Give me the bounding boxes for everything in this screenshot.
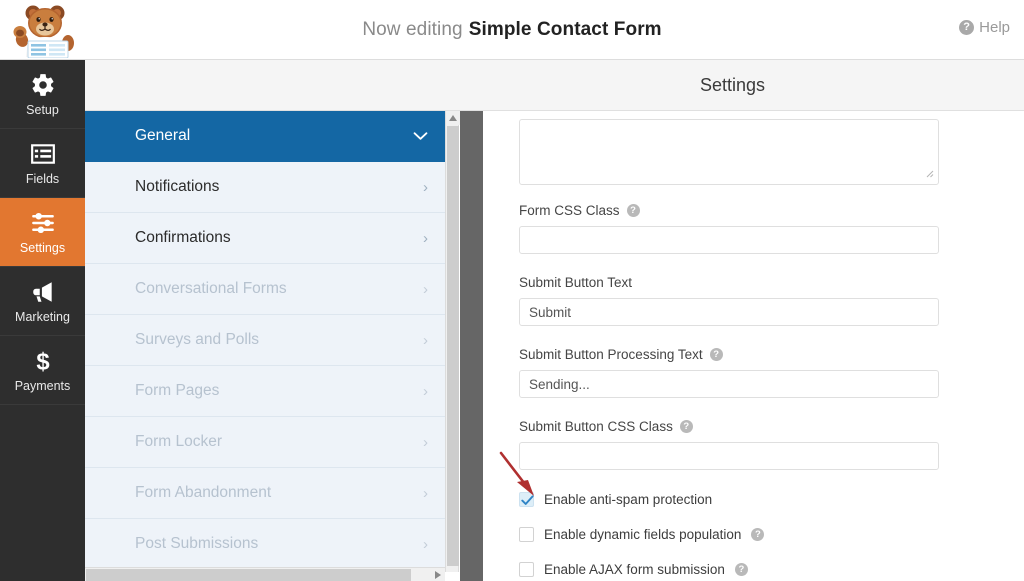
- settings-header-title: Settings: [485, 60, 980, 111]
- settings-item-notifications[interactable]: Notifications ›: [85, 162, 445, 213]
- list-icon: [30, 141, 56, 167]
- chevron-right-icon: ›: [423, 384, 428, 399]
- help-button[interactable]: ? Help: [959, 19, 1010, 36]
- enable-dynamic-fields-population-row[interactable]: Enable dynamic fields population ?: [519, 527, 764, 542]
- rail-label: Payments: [15, 379, 71, 393]
- settings-item-label: Form Pages: [135, 382, 219, 400]
- rail-item-payments[interactable]: $ Payments: [0, 336, 85, 405]
- checkbox-label: Enable AJAX form submission: [544, 562, 725, 577]
- chevron-right-icon: ›: [423, 435, 428, 450]
- megaphone-icon: [30, 279, 56, 305]
- form-css-class-label: Form CSS Class ?: [519, 203, 640, 218]
- enable-anti-spam-protection-row[interactable]: Enable anti-spam protection: [519, 492, 712, 507]
- rail-item-setup[interactable]: Setup: [0, 60, 85, 129]
- help-tooltip-icon[interactable]: ?: [751, 528, 764, 541]
- form-css-class-input[interactable]: [519, 226, 939, 254]
- sliders-icon: [30, 210, 56, 236]
- builder-nav-rail: Setup Fields Settings Marketing $ Paymen…: [0, 60, 85, 581]
- wpforms-logo-icon: [8, 2, 76, 58]
- enable-ajax-form-submission-row[interactable]: Enable AJAX form submission ?: [519, 562, 748, 577]
- settings-item-label: Form Locker: [135, 433, 222, 451]
- form-name: Simple Contact Form: [469, 19, 662, 41]
- scroll-up-arrow-icon[interactable]: [446, 111, 460, 125]
- chevron-right-icon: ›: [423, 180, 428, 195]
- help-label: Help: [979, 19, 1010, 36]
- submit-button-text-input[interactable]: [519, 298, 939, 326]
- settings-item-form-pages[interactable]: Form Pages ›: [85, 366, 445, 417]
- gear-icon: [30, 72, 56, 98]
- rail-label: Setup: [26, 103, 59, 117]
- field-label-text: Submit Button Text: [519, 275, 632, 290]
- checkbox-unchecked-icon[interactable]: [519, 527, 534, 542]
- top-bar: Now editing Simple Contact Form ? Help: [0, 0, 1024, 60]
- checkbox-checked-icon[interactable]: [519, 492, 534, 507]
- help-tooltip-icon[interactable]: ?: [735, 563, 748, 576]
- rail-item-settings[interactable]: Settings: [0, 198, 85, 267]
- settings-list-vertical-scrollbar[interactable]: [445, 111, 459, 572]
- help-tooltip-icon[interactable]: ?: [627, 204, 640, 217]
- submit-button-processing-text-label: Submit Button Processing Text ?: [519, 347, 723, 362]
- submit-button-text-label: Submit Button Text: [519, 275, 632, 290]
- checkbox-label: Enable anti-spam protection: [544, 492, 712, 507]
- rail-item-fields[interactable]: Fields: [0, 129, 85, 198]
- settings-item-label: Form Abandonment: [135, 484, 271, 502]
- settings-item-label: Notifications: [135, 178, 219, 196]
- settings-list-horizontal-scrollbar[interactable]: [85, 567, 445, 581]
- settings-item-label: Conversational Forms: [135, 280, 287, 298]
- wpforms-builder-window: Now editing Simple Contact Form ? Help S…: [0, 0, 1024, 581]
- chevron-right-icon: ›: [423, 231, 428, 246]
- settings-item-label: General: [135, 127, 190, 145]
- scrollbar-thumb[interactable]: [86, 569, 411, 581]
- field-label-text: Submit Button Processing Text: [519, 347, 703, 362]
- textarea-resize-handle[interactable]: [924, 168, 934, 178]
- help-tooltip-icon[interactable]: ?: [680, 420, 693, 433]
- page-title: Now editing Simple Contact Form: [0, 0, 1024, 60]
- submit-button-css-class-label: Submit Button CSS Class ?: [519, 419, 693, 434]
- rail-label: Marketing: [15, 310, 70, 324]
- general-settings-form: Form CSS Class ? Submit Button Text Subm…: [483, 111, 1024, 581]
- chevron-right-icon: ›: [423, 486, 428, 501]
- settings-item-label: Post Submissions: [135, 535, 258, 553]
- settings-item-form-abandonment[interactable]: Form Abandonment ›: [85, 468, 445, 519]
- scroll-right-arrow-icon[interactable]: [431, 568, 445, 581]
- settings-item-general[interactable]: General: [85, 111, 445, 162]
- chevron-right-icon: ›: [423, 537, 428, 552]
- settings-item-label: Surveys and Polls: [135, 331, 259, 349]
- settings-item-post-submissions[interactable]: Post Submissions ›: [85, 519, 445, 570]
- checkbox-unchecked-icon[interactable]: [519, 562, 534, 577]
- svg-text:$: $: [36, 348, 49, 373]
- window-vertical-scrollbar[interactable]: [460, 111, 483, 581]
- rail-label: Settings: [20, 241, 65, 255]
- settings-header-bar: Settings: [85, 60, 1024, 111]
- settings-list-panel: General Notifications › Confirmations › …: [85, 111, 445, 581]
- scrollbar-thumb[interactable]: [447, 126, 459, 566]
- help-tooltip-icon[interactable]: ?: [710, 348, 723, 361]
- rail-item-marketing[interactable]: Marketing: [0, 267, 85, 336]
- chevron-right-icon: ›: [423, 333, 428, 348]
- settings-item-form-locker[interactable]: Form Locker ›: [85, 417, 445, 468]
- submit-button-processing-text-input[interactable]: [519, 370, 939, 398]
- settings-item-confirmations[interactable]: Confirmations ›: [85, 213, 445, 264]
- settings-item-label: Confirmations: [135, 229, 231, 247]
- question-circle-icon: ?: [959, 20, 974, 35]
- submit-button-css-class-input[interactable]: [519, 442, 939, 470]
- settings-item-surveys-and-polls[interactable]: Surveys and Polls ›: [85, 315, 445, 366]
- dollar-icon: $: [30, 348, 56, 374]
- field-label-text: Form CSS Class: [519, 203, 620, 218]
- checkbox-label: Enable dynamic fields population: [544, 527, 741, 542]
- chevron-right-icon: ›: [423, 282, 428, 297]
- chevron-down-icon: [413, 131, 428, 141]
- editing-prefix: Now editing: [362, 19, 462, 41]
- field-label-text: Submit Button CSS Class: [519, 419, 673, 434]
- rail-label: Fields: [26, 172, 59, 186]
- form-description-textarea[interactable]: [519, 119, 939, 185]
- settings-item-conversational-forms[interactable]: Conversational Forms ›: [85, 264, 445, 315]
